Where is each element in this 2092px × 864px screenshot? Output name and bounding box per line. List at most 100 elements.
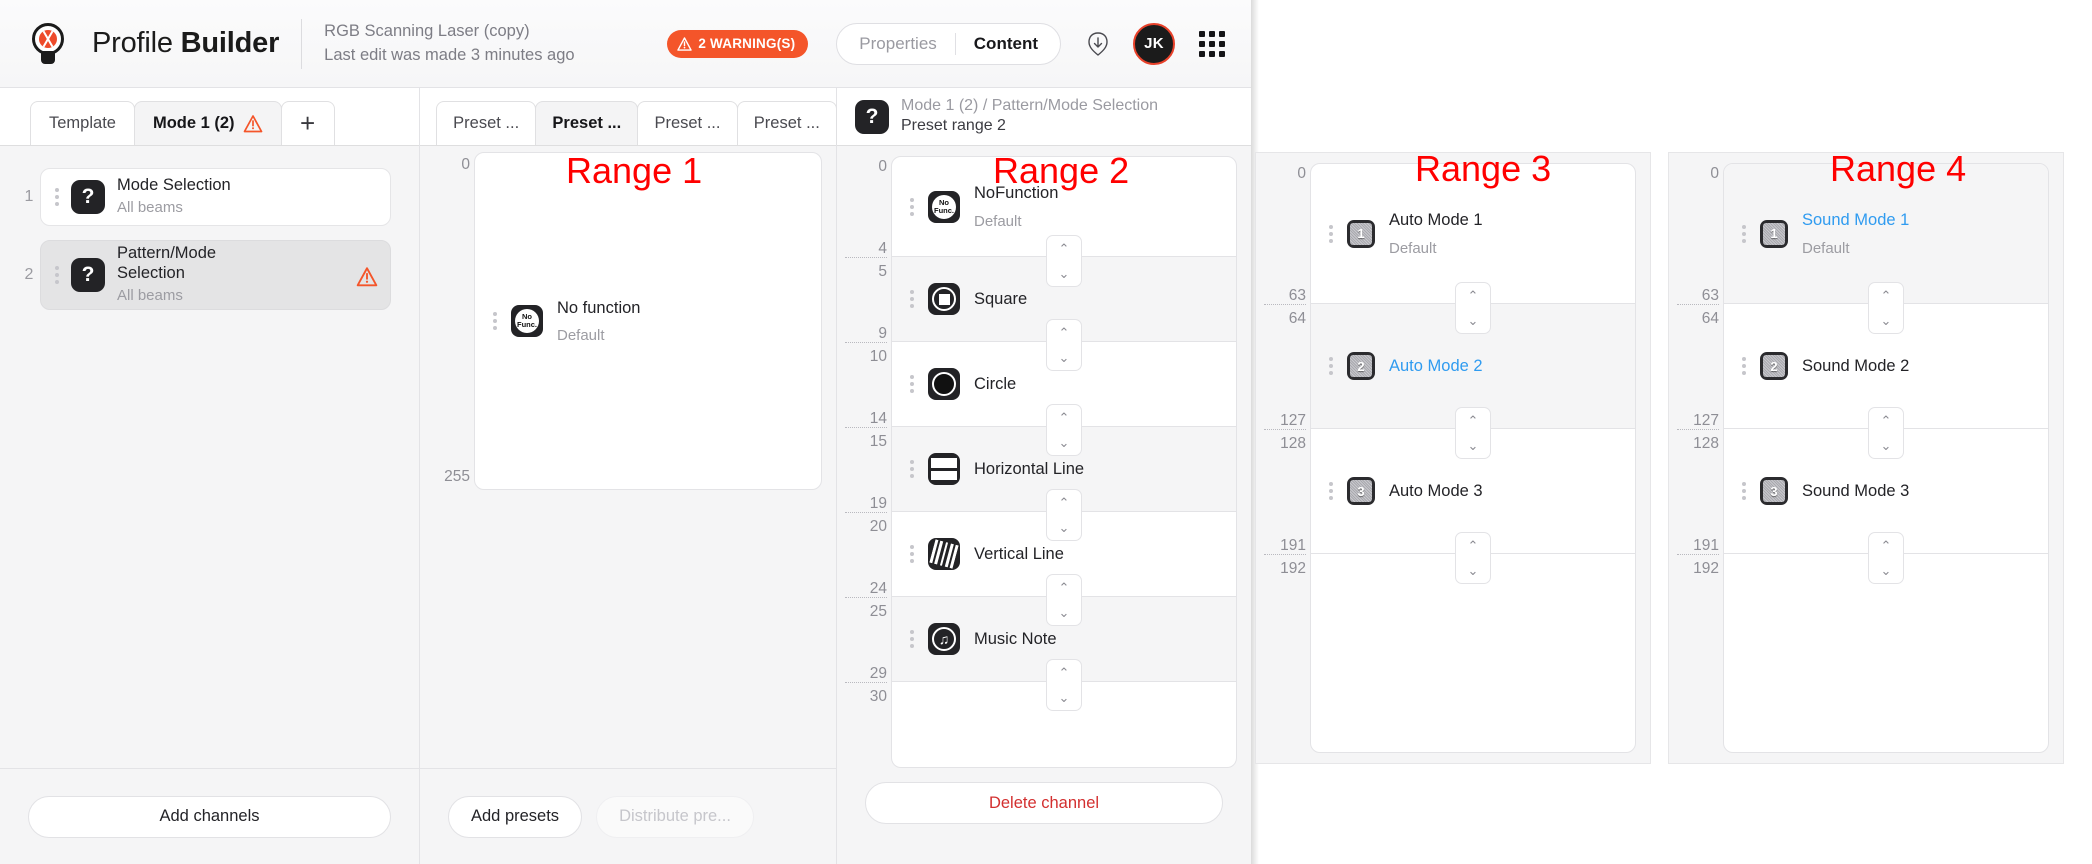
drag-handle-icon[interactable] (1738, 357, 1750, 375)
list-item[interactable]: 1 Sound Mode 1 Default ⌃ ⌄ (1724, 164, 2048, 334)
stepper-up-button[interactable]: ⌃ (1047, 320, 1081, 345)
stepper-up-button[interactable]: ⌃ (1456, 408, 1490, 433)
stepper-up-button[interactable]: ⌃ (1047, 236, 1081, 261)
tab-mode-1-label: Mode 1 (2) (152, 114, 235, 132)
tab-preset-1[interactable]: Preset ... (436, 101, 537, 145)
boundary-stepper[interactable]: ⌃ ⌄ (1046, 319, 1082, 371)
stepper-down-button[interactable]: ⌄ (1456, 433, 1490, 458)
drag-handle-icon[interactable] (51, 266, 63, 284)
drag-handle-icon[interactable] (906, 545, 918, 563)
user-avatar[interactable]: JK (1133, 22, 1175, 65)
scale-tick: 4 (878, 240, 887, 257)
tab-properties[interactable]: Properties (841, 34, 954, 54)
add-channels-button[interactable]: Add channels (28, 795, 391, 838)
stepper-down-button[interactable]: ⌄ (1047, 685, 1081, 710)
stepper-up-button[interactable]: ⌃ (1047, 405, 1081, 430)
channel-card-mode-selection[interactable]: ? Mode Selection All beams (40, 168, 391, 226)
drag-handle-icon[interactable] (906, 197, 918, 216)
add-presets-button[interactable]: Add presets (448, 795, 583, 838)
add-mode-tab-button[interactable]: + (280, 101, 335, 145)
scale-tick: 24 (869, 580, 887, 597)
scale-tick: 20 (869, 518, 887, 535)
square-shape-icon (928, 283, 960, 315)
range-2-scale: 0 4 5 9 10 14 15 19 20 24 25 29 30 (845, 156, 891, 768)
stepper-up-button[interactable]: ⌃ (1456, 533, 1490, 558)
channel-card-pattern-mode-selection[interactable]: ? Pattern/Mode Selection All beams (40, 240, 391, 310)
stepper-down-button[interactable]: ⌄ (1869, 433, 1903, 458)
boundary-stepper[interactable]: ⌃ ⌄ (1868, 407, 1904, 459)
channel-name: Mode Selection (117, 175, 231, 194)
warnings-badge[interactable]: 2 WARNING(S) (667, 29, 809, 58)
tab-preset-3[interactable]: Preset ... (637, 101, 738, 145)
stepper-up-button[interactable]: ⌃ (1869, 533, 1903, 558)
stepper-down-button[interactable]: ⌄ (1047, 261, 1081, 286)
stepper-down-button[interactable]: ⌄ (1869, 558, 1903, 583)
tab-preset-3-label: Preset ... (654, 114, 721, 132)
drag-handle-icon[interactable] (1325, 482, 1337, 500)
stepper-down-button[interactable]: ⌄ (1047, 515, 1081, 540)
stepper-down-button[interactable]: ⌄ (1869, 308, 1903, 333)
no-function-icon-line2: Func. (517, 320, 537, 329)
stepper-down-button[interactable]: ⌄ (1456, 308, 1490, 333)
channel-sub: All beams (117, 198, 183, 216)
boundary-stepper[interactable]: ⌃ ⌄ (1046, 574, 1082, 626)
horizontal-line-icon (928, 453, 960, 485)
list-item[interactable]: No Func. NoFunction Default ⌃ ⌄ (892, 157, 1236, 287)
boundary-stepper[interactable]: ⌃ ⌄ (1046, 235, 1082, 287)
list-item[interactable]: 1 Auto Mode 1 Default ⌃ ⌄ (1311, 164, 1635, 334)
drag-handle-icon[interactable] (1325, 224, 1337, 243)
drag-handle-icon[interactable] (51, 188, 63, 206)
download-icon[interactable] (1085, 30, 1111, 58)
scale-tick: 128 (1693, 435, 1719, 452)
tab-mode-1[interactable]: Mode 1 (2) (133, 101, 282, 145)
stepper-down-button[interactable]: ⌄ (1047, 430, 1081, 455)
stepper-up-button[interactable]: ⌃ (1047, 490, 1081, 515)
boundary-stepper[interactable]: ⌃ ⌄ (1455, 282, 1491, 334)
drag-handle-icon[interactable] (1738, 224, 1750, 243)
tab-preset-2[interactable]: Preset ... (535, 101, 639, 145)
warnings-badge-label: 2 WARNING(S) (698, 36, 796, 51)
tab-template[interactable]: Template (30, 101, 135, 145)
boundary-stepper[interactable]: ⌃ ⌄ (1455, 407, 1491, 459)
drag-handle-icon[interactable] (906, 290, 918, 308)
boundary-stepper[interactable]: ⌃ ⌄ (1868, 282, 1904, 334)
range-1-panel[interactable]: No Func. No function Default (474, 152, 822, 490)
stepper-up-button[interactable]: ⌃ (1456, 283, 1490, 308)
range-2-panel[interactable]: No Func. NoFunction Default ⌃ ⌄ Square ⌃… (891, 156, 1237, 768)
list-item[interactable]: No Func. No function Default (475, 153, 821, 489)
drag-handle-icon[interactable] (906, 460, 918, 478)
preset-title: Sound Mode 1 (1802, 211, 1910, 230)
stepper-up-button[interactable]: ⌃ (1869, 408, 1903, 433)
scale-tick: 255 (444, 468, 470, 485)
tab-content[interactable]: Content (956, 34, 1056, 54)
boundary-stepper[interactable]: ⌃ ⌄ (1868, 532, 1904, 584)
range-3-panel[interactable]: 1 Auto Mode 1 Default ⌃ ⌄ 2 Auto Mode 2 … (1310, 163, 1636, 753)
boundary-stepper[interactable]: ⌃ ⌄ (1046, 659, 1082, 711)
scale-tick: 15 (869, 433, 887, 450)
preset-range-2-area: 0 4 5 9 10 14 15 19 20 24 25 29 30 No Fu… (837, 146, 1251, 768)
range-4-column: 0 63 64 127 128 191 192 1 Sound Mode 1 D… (1668, 152, 2064, 764)
drag-handle-icon[interactable] (906, 375, 918, 393)
delete-channel-button[interactable]: Delete channel (865, 782, 1223, 824)
tab-preset-4[interactable]: Preset ... (736, 101, 837, 145)
drag-handle-icon[interactable] (1325, 357, 1337, 375)
stepper-up-button[interactable]: ⌃ (1869, 283, 1903, 308)
stepper-up-button[interactable]: ⌃ (1047, 575, 1081, 600)
drag-handle-icon[interactable] (489, 312, 501, 330)
range-4-panel[interactable]: 1 Sound Mode 1 Default ⌃ ⌄ 2 Sound Mode … (1723, 163, 2049, 753)
document-meta: RGB Scanning Laser (copy) Last edit was … (324, 20, 574, 68)
boundary-stepper[interactable]: ⌃ ⌄ (1046, 489, 1082, 541)
apps-grid-icon[interactable] (1199, 30, 1225, 57)
drag-handle-icon[interactable] (1738, 482, 1750, 500)
boundary-stepper[interactable]: ⌃ ⌄ (1046, 404, 1082, 456)
stepper-down-button[interactable]: ⌄ (1047, 345, 1081, 370)
stepper-down-button[interactable]: ⌄ (1456, 558, 1490, 583)
stepper-up-button[interactable]: ⌃ (1047, 660, 1081, 685)
drag-handle-icon[interactable] (906, 630, 918, 648)
preset-range-1-area: 0 255 No Func. No function Default (420, 146, 836, 768)
table-row[interactable]: 2 ? Pattern/Mode Selection All beams (18, 240, 391, 310)
stepper-down-button[interactable]: ⌄ (1047, 600, 1081, 625)
table-row[interactable]: 1 ? Mode Selection All beams (18, 168, 391, 226)
boundary-stepper[interactable]: ⌃ ⌄ (1455, 532, 1491, 584)
scale-tick: 64 (1701, 310, 1719, 327)
